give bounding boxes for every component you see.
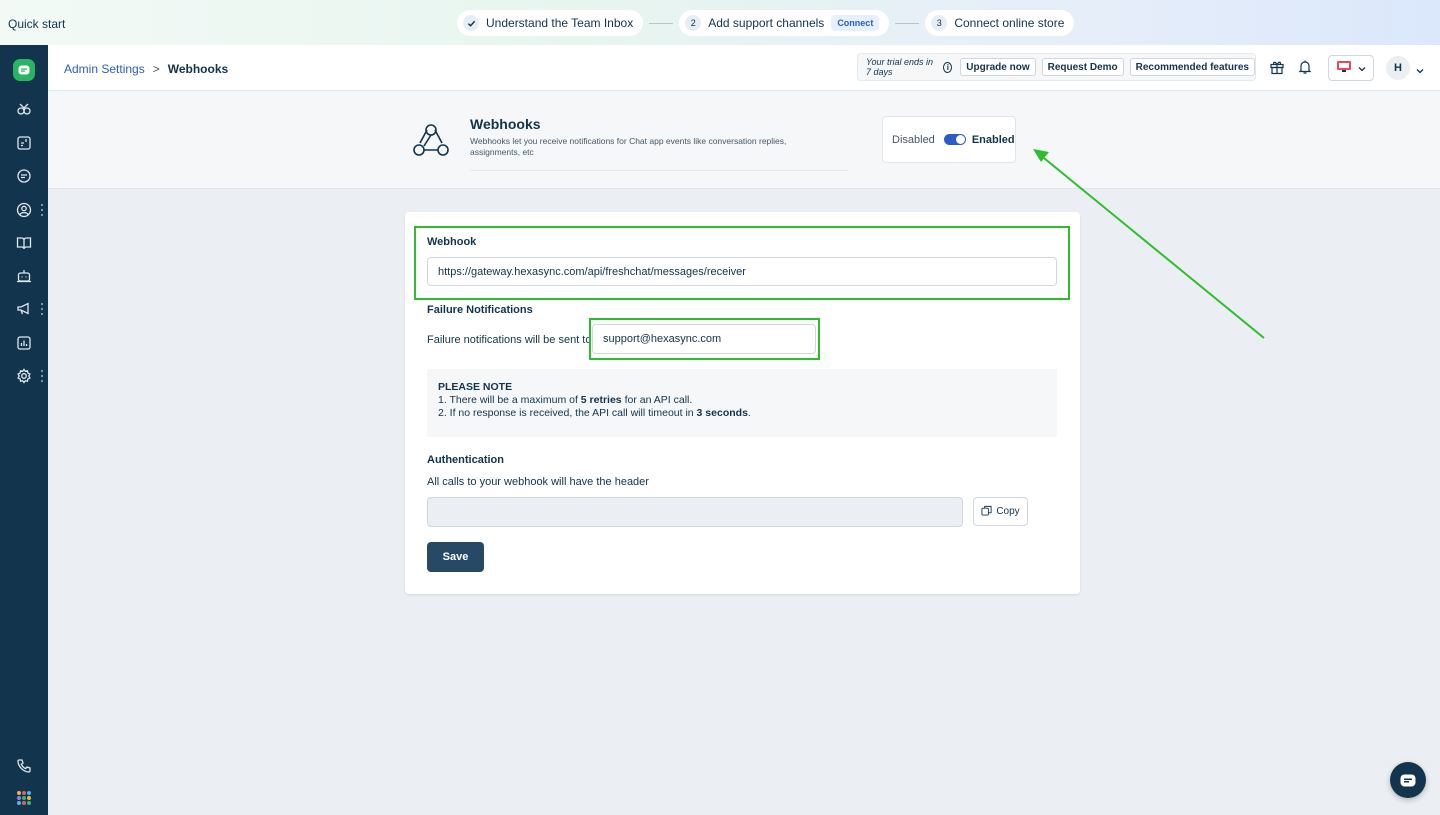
webhook-url-input[interactable]: https://gateway.hexasync.com/api/freshch… <box>427 257 1057 286</box>
conversation-icon[interactable] <box>15 167 33 185</box>
settings-icon[interactable] <box>15 367 33 385</box>
chevron-down-icon[interactable] <box>1416 63 1424 77</box>
note-title: PLEASE NOTE <box>438 381 513 393</box>
title-divider <box>470 170 848 171</box>
save-button[interactable]: Save <box>427 542 484 572</box>
info-icon[interactable]: i <box>943 61 953 73</box>
copy-icon <box>981 505 992 519</box>
quickstart-step-label: Understand the Team Inbox <box>486 16 634 30</box>
webhook-icon <box>410 119 452 161</box>
top-header: Admin Settings > Webhooks Your trial end… <box>48 45 1440 91</box>
quickstart-steps: Understand the Team Inbox 2 Add support … <box>457 10 1075 36</box>
gift-icon[interactable] <box>1268 58 1286 76</box>
step-number: 3 <box>931 15 948 31</box>
note-line-1: 1. There will be a maximum of 5 retries … <box>438 394 693 406</box>
quickstart-step-label: Connect online store <box>954 16 1065 30</box>
device-icon <box>1336 60 1352 76</box>
omni-icon[interactable] <box>15 100 33 118</box>
authentication-title: Authentication <box>427 454 504 466</box>
failure-email-input[interactable]: support@hexasync.com <box>592 324 816 354</box>
quickstart-bar: Quick start Understand the Team Inbox 2 … <box>0 0 1440 45</box>
page-description: Webhooks let you receive notifications f… <box>470 136 787 157</box>
failure-notifications-text: Failure notifications will be sent to <box>427 334 592 346</box>
copy-button[interactable]: Copy <box>973 497 1028 526</box>
campaigns-icon[interactable] <box>15 300 33 318</box>
please-note-box: PLEASE NOTE 1. There will be a maximum o… <box>427 369 1057 437</box>
breadcrumb: Admin Settings > Webhooks <box>64 62 228 76</box>
reports-icon[interactable] <box>15 334 33 352</box>
apps-grid-icon[interactable] <box>17 791 31 805</box>
contacts-more-icon[interactable] <box>40 204 44 216</box>
quickstart-label: Quick start <box>8 17 66 31</box>
breadcrumb-separator: > <box>152 62 160 76</box>
webhook-status-toggle-box: Disabled Enabled <box>882 116 1016 163</box>
breadcrumb-admin-settings[interactable]: Admin Settings <box>64 62 145 76</box>
step-number: 2 <box>685 15 702 31</box>
webhook-enable-toggle[interactable] <box>943 134 966 145</box>
copy-label: Copy <box>996 506 1020 517</box>
trial-banner: Your trial ends in 7 days i Upgrade now … <box>857 53 1256 81</box>
contacts-icon[interactable] <box>15 201 33 219</box>
note-line-2: 2. If no response is received, the API c… <box>438 407 751 419</box>
step-connector <box>649 22 674 24</box>
trial-text: Your trial ends in 7 days i <box>866 57 953 77</box>
phone-icon[interactable] <box>15 757 33 775</box>
check-icon <box>463 15 479 31</box>
settings-more-icon[interactable] <box>40 370 44 382</box>
device-selector[interactable] <box>1328 55 1374 81</box>
bot-icon[interactable] <box>15 267 33 285</box>
chat-logo-icon[interactable] <box>13 59 35 81</box>
campaigns-more-icon[interactable] <box>40 303 44 315</box>
inbox-icon[interactable] <box>15 134 33 152</box>
webhook-label: Webhook <box>427 236 477 248</box>
breadcrumb-current: Webhooks <box>167 62 229 76</box>
left-nav <box>0 45 48 815</box>
quickstart-step-3[interactable]: 3 Connect online store <box>925 10 1075 36</box>
quickstart-step-1[interactable]: Understand the Team Inbox <box>457 10 644 36</box>
upgrade-now-button[interactable]: Upgrade now <box>960 58 1036 76</box>
auth-header-field[interactable] <box>427 497 963 527</box>
quickstart-step-label: Add support channels <box>708 16 825 30</box>
step-connector <box>895 22 920 24</box>
toggle-enabled-label: Enabled <box>971 133 1015 146</box>
avatar[interactable]: H <box>1386 56 1410 80</box>
toggle-disabled-label: Disabled <box>892 133 935 146</box>
page-title: Webhooks <box>470 116 541 132</box>
failure-notifications-title: Failure Notifications <box>427 304 533 316</box>
chat-widget-icon[interactable] <box>1390 762 1426 798</box>
chevron-down-icon <box>1358 61 1366 75</box>
recommended-features-button[interactable]: Recommended features <box>1129 58 1255 76</box>
quickstart-step-2[interactable]: 2 Add support channels Connect <box>679 10 890 36</box>
bell-icon[interactable] <box>1296 58 1314 76</box>
trial-countdown: Your trial ends in 7 days <box>866 57 934 77</box>
page-title-band: Webhooks Webhooks let you receive notifi… <box>48 91 1440 189</box>
knowledge-base-icon[interactable] <box>15 234 33 252</box>
authentication-text: All calls to your webhook will have the … <box>427 476 649 488</box>
connect-badge[interactable]: Connect <box>831 15 880 31</box>
request-demo-button[interactable]: Request Demo <box>1041 58 1124 76</box>
webhook-settings-card: Webhook https://gateway.hexasync.com/api… <box>405 212 1080 594</box>
